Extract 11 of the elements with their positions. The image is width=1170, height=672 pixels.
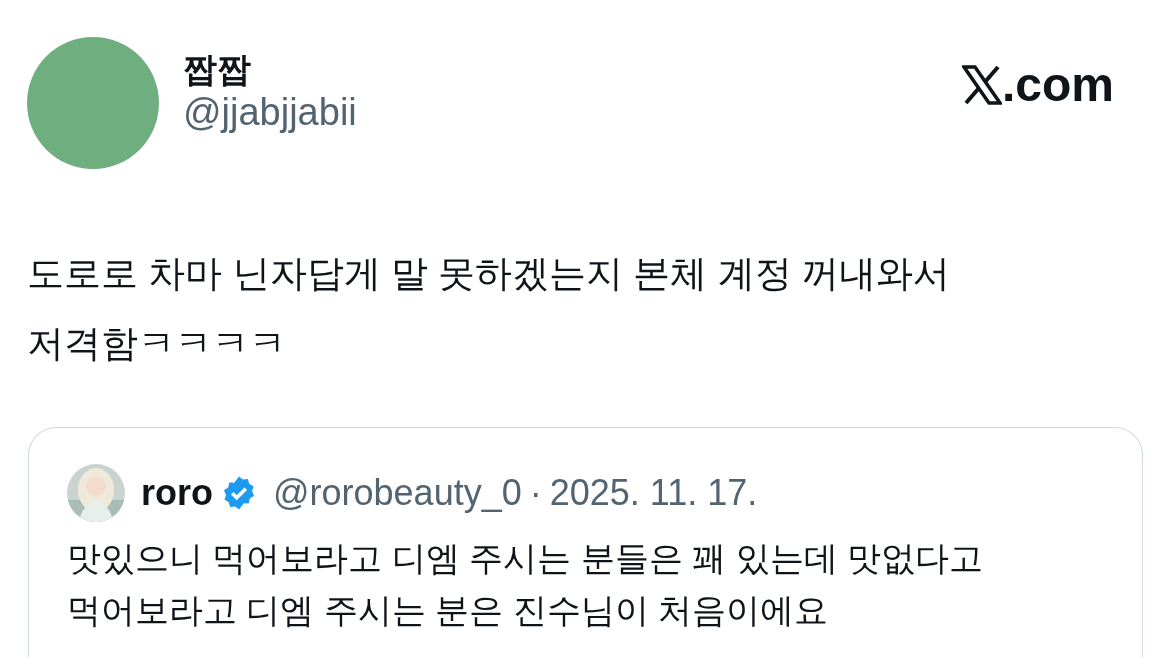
post-date: 2025. 11. 17. xyxy=(549,471,758,515)
quoted-post-card[interactable]: roro @rorobeauty_0 · 2025. 11. 17. 맛있으니 먹어보라고 디엠 주시는 분들은 꽤 있는데 맛없다고 먹어보라고 디엠 주시는 분은 진수님이 처음이에요 xyxy=(28,427,1143,657)
site-label: .com xyxy=(1001,61,1114,109)
post-text: 도로로 차마 닌자답게 말 못하겠는지 본체 계정 꺼내와서 저격함ㅋㅋㅋㅋ xyxy=(27,252,951,366)
quoted-post-text: 맛있으니 먹어보라고 디엠 주시는 분들은 꽤 있는데 맛없다고 먹어보라고 디엠 주시는 분은 진수님이 처음이에요 xyxy=(67,538,985,631)
separator-dot: · xyxy=(529,471,542,515)
x-logo-icon xyxy=(961,65,1002,105)
quoted-display-name: roro xyxy=(141,471,213,515)
user-handle: @jjabjjabii xyxy=(183,89,358,135)
display-name: 짭짭 xyxy=(183,49,252,90)
quoted-handle: @rorobeauty_0 xyxy=(273,471,522,515)
